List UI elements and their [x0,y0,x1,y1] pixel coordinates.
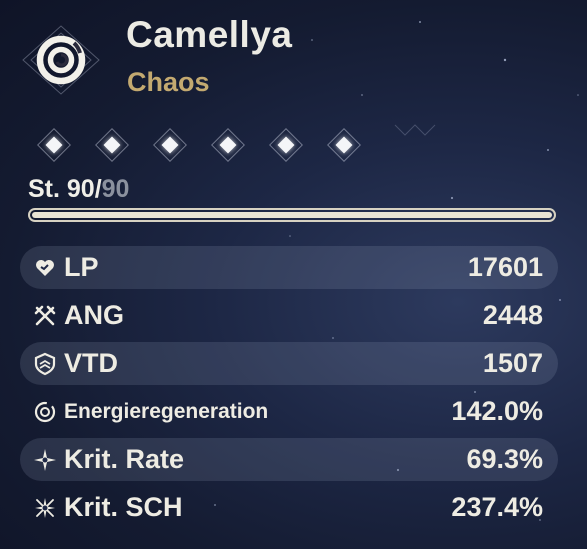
crit-rate-icon [33,448,57,472]
stat-row-energy-regen: Energieregeneration 142.0% [20,390,558,433]
stats-list: LP 17601 ANG 2448 VTD 1507 Energieregene… [20,246,558,534]
stat-value: 1507 [482,348,543,378]
chain-node-2[interactable] [94,127,130,163]
stat-label: ANG [64,300,124,330]
character-name: Camellya [126,14,293,55]
level-max: 90 [101,175,130,203]
stat-value: 69.3% [466,444,543,474]
crossed-swords-icon [33,304,57,328]
stat-row-ang: ANG 2448 [20,294,558,337]
energy-regen-icon [33,400,57,424]
level-display: St. 90/90 [28,175,129,204]
stat-label: Energieregeneration [64,399,269,423]
chain-node-3[interactable] [152,127,188,163]
chain-node-6[interactable] [326,127,362,163]
shield-icon [33,352,57,376]
stat-label: Krit. SCH [64,492,183,522]
crit-damage-icon [33,496,57,520]
stat-label: VTD [64,348,118,378]
chain-node-4[interactable] [210,127,246,163]
chain-node-5[interactable] [268,127,304,163]
stat-value: 17601 [467,252,543,282]
element-emblem [17,22,105,98]
stat-row-crit-rate: Krit. Rate 69.3% [20,438,558,481]
resonance-chain [36,127,362,163]
level-progress-fill [32,212,552,218]
stat-value: 2448 [482,300,543,330]
level-current: St. 90/ [28,175,102,203]
stat-value: 237.4% [451,492,543,522]
stat-row-vtd: VTD 1507 [20,342,558,385]
level-progress-bar [28,208,556,222]
stat-value: 142.0% [451,396,543,426]
heart-icon [33,256,57,280]
stat-label: LP [64,252,99,282]
stat-row-crit-damage: Krit. SCH 237.4% [20,486,558,529]
spiral-emblem-icon [22,25,100,95]
stat-label: Krit. Rate [64,444,185,474]
stat-row-lp: LP 17601 [20,246,558,289]
element-label: Chaos [127,67,210,97]
chain-node-1[interactable] [36,127,72,163]
